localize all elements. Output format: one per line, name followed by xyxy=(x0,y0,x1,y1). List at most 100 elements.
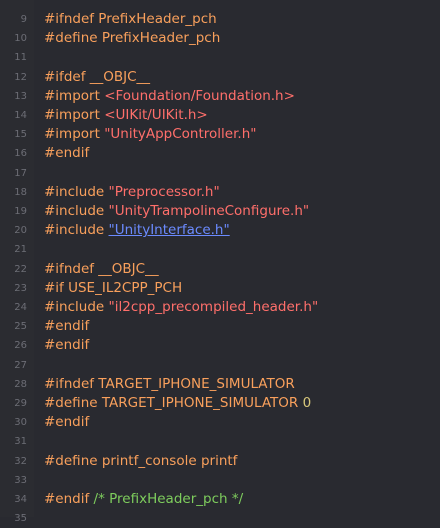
code-text: #if USE_IL2CPP_PCH xyxy=(44,279,182,298)
line-number: 16 xyxy=(14,148,27,160)
code-string: <UIKit/UIKit.h> xyxy=(104,107,208,123)
code-string: "Preprocessor.h" xyxy=(108,183,220,200)
line-number: 32 xyxy=(14,455,27,467)
code-line[interactable]: 28 #ifndef TARGET_IPHONE_SIMULATOR xyxy=(0,375,440,394)
code-directive: #if USE_IL2CPP_PCH xyxy=(44,279,183,296)
code-line[interactable]: 19 #include "UnityTrampolineConfigure.h" xyxy=(0,202,440,221)
code-string: "UnityTrampolineConfigure.h" xyxy=(108,203,310,219)
code-text: #endif xyxy=(44,413,89,432)
code-text: #ifdef __OBJC__ xyxy=(44,68,150,87)
code-line[interactable]: 33 xyxy=(0,471,440,490)
code-line[interactable]: 11 xyxy=(0,48,440,67)
line-number: 24 xyxy=(14,302,27,313)
code-string: "UnityAppController.h" xyxy=(104,126,257,143)
line-number: 21 xyxy=(14,244,27,256)
line-number: 11 xyxy=(14,52,27,64)
code-line[interactable]: 17 xyxy=(0,164,440,183)
line-number: 25 xyxy=(14,321,27,333)
code-line[interactable]: 30 #endif xyxy=(0,413,440,432)
code-line[interactable]: 24 #include "il2cpp_precompiled_header.h" xyxy=(0,298,440,317)
code-directive: #endif xyxy=(44,145,90,162)
line-number: 28 xyxy=(14,378,27,390)
line-number: 17 xyxy=(14,167,27,179)
code-line[interactable]: 25 #endif xyxy=(0,317,440,336)
code-line[interactable]: 15 #import "UnityAppController.h" xyxy=(0,125,440,144)
code-text: #import <UIKit/UIKit.h> xyxy=(44,106,208,125)
code-directive: #ifndef __OBJC__ xyxy=(44,260,159,277)
code-text: #include "UnityTrampolineConfigure.h" xyxy=(44,202,309,221)
code-text: #endif /* PrefixHeader_pch */ xyxy=(44,490,243,509)
code-text: #endif xyxy=(44,317,89,336)
code-text: #define TARGET_IPHONE_SIMULATOR 0 xyxy=(44,394,311,413)
code-directive: #ifdef __OBJC__ xyxy=(44,68,151,85)
line-number: 26 xyxy=(14,340,27,352)
line-number: 30 xyxy=(14,417,27,429)
code-directive: #import xyxy=(44,87,105,104)
line-number: 35 xyxy=(14,513,27,525)
code-line[interactable]: 35 xyxy=(0,509,440,528)
code-line[interactable]: 27 xyxy=(0,356,440,375)
line-number: 20 xyxy=(14,225,27,237)
line-number: 29 xyxy=(14,398,27,409)
code-directive: #include xyxy=(44,183,109,200)
code-line[interactable]: 16 #endif xyxy=(0,144,440,163)
code-directive: #endif xyxy=(44,318,90,335)
line-number: 33 xyxy=(14,474,27,486)
code-text: #include "il2cpp_precompiled_header.h" xyxy=(44,298,318,317)
code-text: #ifndef PrefixHeader_pch xyxy=(44,10,217,29)
code-line[interactable]: 31 xyxy=(0,432,440,451)
code-text: #define printf_console printf xyxy=(44,452,237,471)
code-directive: #define printf_console printf xyxy=(44,452,238,469)
code-string: <Foundation/Foundation.h> xyxy=(104,87,295,104)
code-directive: #include xyxy=(44,299,109,315)
code-line[interactable]: 14 #import <UIKit/UIKit.h> xyxy=(0,106,440,125)
code-line[interactable]: 18 #include "Preprocessor.h" xyxy=(0,183,440,202)
code-text: #endif xyxy=(44,336,89,355)
code-line[interactable]: 32 #define printf_console printf xyxy=(0,452,440,471)
line-number: 9 xyxy=(20,14,27,25)
code-line[interactable]: 13 #import <Foundation/Foundation.h> xyxy=(0,87,440,106)
code-line[interactable]: 34 #endif /* PrefixHeader_pch */ xyxy=(0,490,440,509)
code-editor[interactable]: 9 #ifndef PrefixHeader_pch 10 #define Prefi… xyxy=(0,0,440,524)
header-link[interactable]: "UnityInterface.h" xyxy=(109,222,230,238)
code-text: #include "UnityInterface.h" xyxy=(44,221,230,240)
code-line[interactable]: 26 #endif xyxy=(0,336,440,355)
code-directive: #include xyxy=(44,222,109,239)
line-number: 31 xyxy=(14,436,27,448)
code-directive: #define TARGET_IPHONE_SIMULATOR xyxy=(44,395,303,411)
line-number: 22 xyxy=(14,263,27,275)
line-number: 14 xyxy=(14,110,27,121)
code-text: #include "Preprocessor.h" xyxy=(44,183,220,202)
code-directive: #ifndef PrefixHeader_pch xyxy=(44,11,217,27)
code-text: #import "UnityAppController.h" xyxy=(44,125,256,144)
line-number: 15 xyxy=(14,129,27,141)
code-line[interactable]: 23 #if USE_IL2CPP_PCH xyxy=(0,279,440,298)
code-comment: /* PrefixHeader_pch */ xyxy=(93,491,244,507)
line-number: 10 xyxy=(14,33,27,45)
code-text: #define PrefixHeader_pch xyxy=(44,29,220,48)
code-line[interactable]: 29 #define TARGET_IPHONE_SIMULATOR 0 xyxy=(0,394,440,413)
code-directive: #import xyxy=(44,126,105,143)
code-directive: #ifndef TARGET_IPHONE_SIMULATOR xyxy=(44,375,295,392)
code-text: #import <Foundation/Foundation.h> xyxy=(44,87,295,106)
code-text: #endif xyxy=(44,144,89,163)
code-number: 0 xyxy=(302,395,312,411)
line-number: 12 xyxy=(14,71,27,83)
code-line[interactable]: 12 #ifdef __OBJC__ xyxy=(0,68,440,87)
code-text: #ifndef __OBJC__ xyxy=(44,260,159,279)
code-directive: #import xyxy=(44,107,105,123)
line-number: 34 xyxy=(14,494,27,505)
code-line[interactable]: 22 #ifndef __OBJC__ xyxy=(0,260,440,279)
code-line[interactable]: 20 #include "UnityInterface.h" xyxy=(0,221,440,240)
code-string: "il2cpp_precompiled_header.h" xyxy=(108,299,319,315)
code-directive: #include xyxy=(44,203,109,219)
code-directive: #endif xyxy=(44,491,94,507)
code-directive: #endif xyxy=(44,337,90,354)
code-line[interactable]: 10 #define PrefixHeader_pch xyxy=(0,29,440,48)
code-directive: #define PrefixHeader_pch xyxy=(44,30,221,47)
code-line[interactable]: 9 #ifndef PrefixHeader_pch xyxy=(0,10,440,29)
code-line[interactable]: 21 xyxy=(0,240,440,259)
line-number: 13 xyxy=(14,90,27,102)
line-number: 18 xyxy=(14,186,27,198)
code-text: #ifndef TARGET_IPHONE_SIMULATOR xyxy=(44,375,295,394)
